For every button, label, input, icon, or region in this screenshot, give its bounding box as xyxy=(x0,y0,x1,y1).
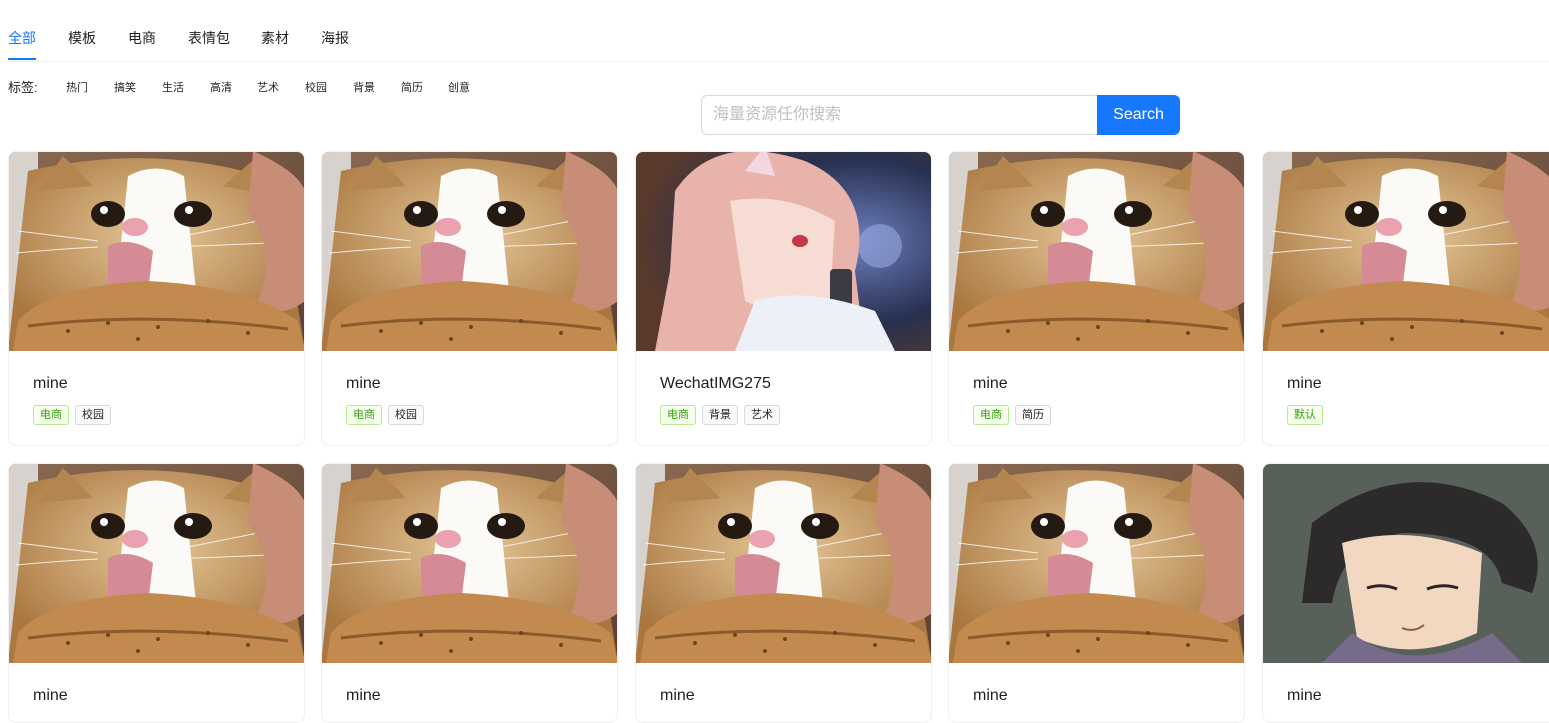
category-tabs: 全部 模板 电商 表情包 素材 海报 xyxy=(0,0,1549,62)
search-bar: Search xyxy=(701,95,1180,135)
resource-card[interactable]: mine xyxy=(1262,463,1549,723)
resource-card[interactable]: mine xyxy=(635,463,932,723)
resource-card[interactable]: mine xyxy=(8,463,305,723)
tab-stickers[interactable]: 表情包 xyxy=(188,29,230,47)
category-tag: 电商 xyxy=(660,405,696,425)
card-title: mine xyxy=(346,687,381,704)
card-tags: 电商 背景 艺术 xyxy=(660,405,786,425)
label-tag: 校园 xyxy=(388,405,424,425)
tab-posters[interactable]: 海报 xyxy=(321,29,349,47)
tags-label: 标签: xyxy=(8,80,38,95)
cat-with-bread-image xyxy=(321,463,618,663)
card-tags: 电商 校园 xyxy=(33,405,117,425)
card-title: WechatIMG275 xyxy=(660,375,771,392)
category-tag: 默认 xyxy=(1287,405,1323,425)
cat-with-bread-image xyxy=(8,151,305,351)
tab-materials[interactable]: 素材 xyxy=(261,29,289,47)
search-button[interactable]: Search xyxy=(1097,95,1180,135)
label-tag: 艺术 xyxy=(744,405,780,425)
resource-card[interactable]: WechatIMG275 电商 背景 艺术 xyxy=(635,151,932,446)
card-tags: 电商 校园 xyxy=(346,405,430,425)
resource-card[interactable]: mine xyxy=(321,463,618,723)
tag-art[interactable]: 艺术 xyxy=(257,81,279,95)
active-tab-indicator xyxy=(8,58,36,60)
category-tag: 电商 xyxy=(346,405,382,425)
category-tag: 电商 xyxy=(33,405,69,425)
card-tags: 电商 简历 xyxy=(973,405,1057,425)
resource-card[interactable]: mine 电商 校园 xyxy=(321,151,618,446)
tag-background[interactable]: 背景 xyxy=(353,81,375,95)
resource-card[interactable]: mine 电商 简历 xyxy=(948,151,1245,446)
label-tag: 背景 xyxy=(702,405,738,425)
anime-girl-image xyxy=(635,151,932,351)
card-title: mine xyxy=(973,375,1008,392)
tab-templates[interactable]: 模板 xyxy=(68,29,96,47)
card-title: mine xyxy=(973,687,1008,704)
tag-campus[interactable]: 校园 xyxy=(305,81,327,95)
card-title: mine xyxy=(1287,687,1322,704)
resource-card[interactable]: mine xyxy=(948,463,1245,723)
label-tag: 简历 xyxy=(1015,405,1051,425)
cat-with-bread-image xyxy=(948,151,1245,351)
card-title: mine xyxy=(346,375,381,392)
card-title: mine xyxy=(1287,375,1322,392)
card-title: mine xyxy=(660,687,695,704)
cat-with-bread-image xyxy=(8,463,305,663)
resource-card[interactable]: mine 默认 xyxy=(1262,151,1549,446)
card-title: mine xyxy=(33,375,68,392)
tab-ecommerce[interactable]: 电商 xyxy=(128,29,156,47)
resource-card[interactable]: mine 电商 校园 xyxy=(8,151,305,446)
cat-with-bread-image xyxy=(635,463,932,663)
anime-boy-image xyxy=(1262,463,1549,663)
cat-with-bread-image xyxy=(1262,151,1549,351)
label-tag: 校园 xyxy=(75,405,111,425)
tag-life[interactable]: 生活 xyxy=(162,81,184,95)
card-title: mine xyxy=(33,687,68,704)
cat-with-bread-image xyxy=(321,151,618,351)
tag-funny[interactable]: 搞笑 xyxy=(114,81,136,95)
category-tag: 电商 xyxy=(973,405,1009,425)
tag-hd[interactable]: 高清 xyxy=(210,81,232,95)
tab-all[interactable]: 全部 xyxy=(8,29,36,47)
tag-creative[interactable]: 创意 xyxy=(448,81,470,95)
search-input[interactable] xyxy=(701,95,1098,135)
tag-resume[interactable]: 简历 xyxy=(401,81,423,95)
tag-hot[interactable]: 热门 xyxy=(66,81,88,95)
card-tags: 默认 xyxy=(1287,405,1329,425)
cat-with-bread-image xyxy=(948,463,1245,663)
